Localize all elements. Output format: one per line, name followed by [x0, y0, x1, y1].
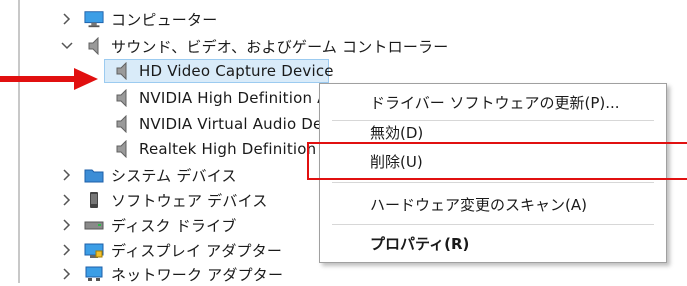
tree-guide-line — [18, 0, 20, 283]
tree-item-network-adapters[interactable]: ネットワーク アダプター — [60, 262, 283, 286]
phone-icon — [84, 191, 104, 209]
annotation-highlight-box — [307, 142, 687, 180]
tree-item-label: サウンド、ビデオ、およびゲーム コントローラー — [111, 37, 449, 56]
chevron-down-icon[interactable] — [60, 39, 74, 53]
folder-icon — [84, 166, 104, 184]
tree-item-label: ソフトウェア デバイス — [111, 191, 268, 210]
tree-item-label: コンピューター — [111, 10, 218, 29]
tree-item-label: ネットワーク アダプター — [111, 265, 284, 284]
speaker-icon — [112, 89, 132, 107]
chevron-right-icon[interactable] — [60, 12, 74, 26]
tree-item-software-devices[interactable]: ソフトウェア デバイス — [60, 188, 268, 212]
tree-item-disk-drives[interactable]: ディスク ドライブ — [60, 213, 237, 237]
monitor-icon — [84, 10, 104, 28]
chevron-right-icon[interactable] — [60, 267, 74, 281]
chevron-right-icon[interactable] — [60, 193, 74, 207]
speaker-icon — [84, 37, 104, 55]
chevron-right-icon[interactable] — [60, 168, 74, 182]
menu-item-update-driver[interactable]: ドライバー ソフトウェアの更新(P)... — [370, 88, 620, 116]
speaker-icon — [112, 140, 132, 158]
speaker-icon — [112, 62, 132, 80]
chevron-right-icon[interactable] — [60, 218, 74, 232]
tree-item-nvidia-virtual-audio[interactable]: NVIDIA Virtual Audio Device — [112, 112, 354, 136]
tree-item-label: システム デバイス — [111, 166, 237, 185]
tree-item-display-adapters[interactable]: ディスプレイ アダプター — [60, 238, 282, 262]
tree-item-label: HD Video Capture Device — [139, 62, 334, 80]
network-icon — [84, 265, 104, 283]
tree-item-label: ディスク ドライブ — [111, 216, 237, 235]
speaker-icon — [112, 115, 132, 133]
menu-item-properties[interactable]: プロパティ(R) — [370, 229, 469, 257]
tree-item-label: ディスプレイ アダプター — [111, 241, 283, 260]
display-adapter-icon — [84, 241, 104, 259]
chevron-right-icon[interactable] — [60, 243, 74, 257]
tree-item-system-devices[interactable]: システム デバイス — [60, 163, 237, 187]
annotation-arrow-icon — [0, 68, 98, 90]
disk-icon — [84, 216, 104, 234]
menu-separator — [332, 224, 654, 225]
tree-item-computer[interactable]: コンピューター — [60, 7, 217, 31]
menu-item-scan-hardware[interactable]: ハードウェア変更のスキャン(A) — [370, 190, 587, 218]
menu-separator — [332, 182, 654, 183]
tree-item-hd-video-capture-device[interactable]: HD Video Capture Device — [112, 59, 334, 83]
tree-item-sound-video-game-controllers[interactable]: サウンド、ビデオ、およびゲーム コントローラー — [60, 34, 448, 58]
